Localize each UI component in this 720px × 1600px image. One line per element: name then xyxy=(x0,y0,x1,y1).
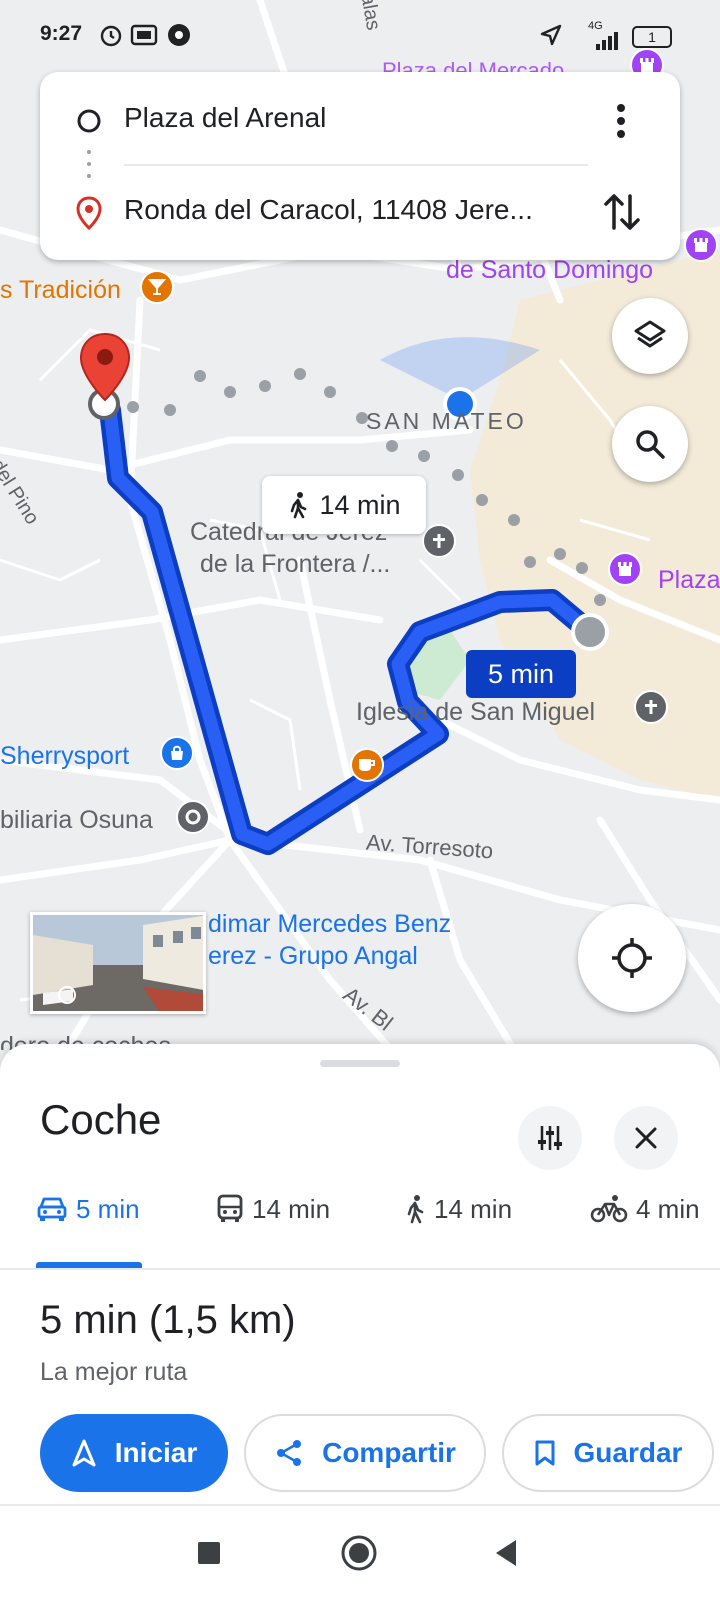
tab-car[interactable]: 5 min xyxy=(36,1174,140,1244)
tab-bike-label: 4 min xyxy=(636,1193,700,1224)
bus-icon xyxy=(217,1194,243,1222)
walk-eta-text: 14 min xyxy=(319,489,401,520)
tab-walk-label: 14 min xyxy=(434,1193,513,1224)
search-button[interactable] xyxy=(612,406,688,482)
place-poi-icon[interactable] xyxy=(176,800,210,834)
my-location-button[interactable] xyxy=(578,904,686,1012)
church-poi-icon[interactable] xyxy=(422,524,456,558)
home-button-icon[interactable] xyxy=(340,1534,378,1572)
route-divider xyxy=(124,164,588,166)
status-bar: 9:27 4G 1 xyxy=(0,0,720,66)
sheet-title: Coche xyxy=(40,1096,162,1143)
tab-bike[interactable]: 4 min xyxy=(590,1174,700,1244)
street-view-thumbnail[interactable] xyxy=(30,912,206,1014)
tab-car-label: 5 min xyxy=(76,1193,140,1224)
share-button-label: Compartir xyxy=(322,1437,456,1468)
walk-eta-label[interactable]: 14 min xyxy=(262,476,426,534)
layers-icon xyxy=(634,320,666,348)
start-button-label: Iniciar xyxy=(114,1437,198,1468)
recents-button-icon[interactable] xyxy=(196,1540,222,1566)
alarm-icon xyxy=(100,25,122,47)
chrome-icon xyxy=(168,24,190,46)
navigation-icon xyxy=(72,1439,96,1467)
destination-pin-small-icon xyxy=(76,196,102,230)
navigation-arrow-icon xyxy=(540,24,562,46)
system-nav-bar xyxy=(0,1504,720,1600)
origin-text[interactable]: Plaza del Arenal xyxy=(124,102,326,134)
map-label-mercedes-line2: erez - Grupo Angal xyxy=(208,942,418,970)
cast-icon xyxy=(130,24,158,46)
destination-row[interactable]: Ronda del Caracol, 11408 Jere... xyxy=(40,182,680,242)
destination-text[interactable]: Ronda del Caracol, 11408 Jere... xyxy=(124,194,533,226)
route-subtitle: La mejor ruta xyxy=(40,1358,188,1386)
close-button[interactable] xyxy=(614,1106,678,1170)
origin-row[interactable]: Plaza del Arenal xyxy=(40,90,680,150)
plaza-poi-icon[interactable] xyxy=(608,552,642,586)
bookmark-icon xyxy=(535,1440,555,1466)
back-button-icon[interactable] xyxy=(492,1538,520,1568)
map-label-santo-domingo: de Santo Domingo xyxy=(446,256,654,284)
swap-vertical-icon[interactable] xyxy=(602,190,642,234)
walk-icon xyxy=(291,492,307,519)
car-icon xyxy=(37,1197,67,1221)
signal-icon xyxy=(596,32,618,50)
bar-poi-icon[interactable] xyxy=(140,270,174,304)
travel-mode-tabs: 5 min 14 min 14 min 4 min xyxy=(0,1174,720,1244)
share-button[interactable]: Compartir xyxy=(244,1414,486,1492)
more-vert-icon[interactable] xyxy=(606,102,636,140)
map-label-san-mateo: SAN MATEO xyxy=(366,408,527,434)
shopping-poi-icon[interactable] xyxy=(160,736,194,770)
save-button-label: Guardar xyxy=(573,1437,683,1468)
start-button[interactable]: Iniciar xyxy=(40,1414,228,1492)
route-dots-icon xyxy=(87,150,91,178)
my-location-icon xyxy=(612,938,652,978)
tabs-divider xyxy=(0,1268,720,1270)
route-card: Plaza del Arenal Ronda del Caracol, 1140… xyxy=(40,72,680,260)
church-poi-icon-2[interactable] xyxy=(634,690,668,724)
map-label-mercedes-line1: dimar Mercedes Benz xyxy=(208,910,452,938)
landmark-poi-icon-2[interactable] xyxy=(684,228,718,262)
sheet-drag-handle[interactable] xyxy=(320,1060,400,1067)
map-label-osuna: biliaria Osuna xyxy=(0,806,153,834)
tab-transit-label: 14 min xyxy=(252,1193,331,1224)
close-icon xyxy=(635,1127,657,1149)
route-summary: 5 min (1,5 km) xyxy=(40,1298,296,1342)
save-button[interactable]: Guardar xyxy=(502,1414,714,1492)
destination-pin-icon[interactable] xyxy=(78,332,132,402)
directions-sheet: Coche 5 min 14 min 14 min 4 min 5 min (1… xyxy=(0,1044,720,1504)
drive-eta-label[interactable]: 5 min xyxy=(466,650,576,698)
map-label-sherrysport: Sherrysport xyxy=(0,742,130,770)
map-label-catedral-line2: de la Frontera /... xyxy=(200,550,391,578)
map-label-iglesia-san-miguel: Iglesia de San Miguel xyxy=(356,698,596,726)
share-icon xyxy=(277,1440,302,1466)
layers-button[interactable] xyxy=(612,298,688,374)
route-options-button[interactable] xyxy=(518,1106,582,1170)
map-label-tradicion: s Tradición xyxy=(0,276,121,304)
map-label-plaza: Plaza xyxy=(658,566,720,594)
search-icon xyxy=(636,430,665,459)
battery-indicator: 1 xyxy=(632,26,672,48)
tab-transit[interactable]: 14 min xyxy=(216,1174,330,1244)
cafe-poi-icon[interactable] xyxy=(350,748,384,782)
walk-mode-icon xyxy=(407,1195,424,1224)
status-time: 9:27 xyxy=(40,22,83,45)
origin-circle-icon xyxy=(77,109,101,133)
tab-walk[interactable]: 14 min xyxy=(404,1174,512,1244)
bike-icon xyxy=(590,1195,628,1223)
street-view-image xyxy=(33,915,203,1011)
tune-icon xyxy=(538,1126,562,1150)
